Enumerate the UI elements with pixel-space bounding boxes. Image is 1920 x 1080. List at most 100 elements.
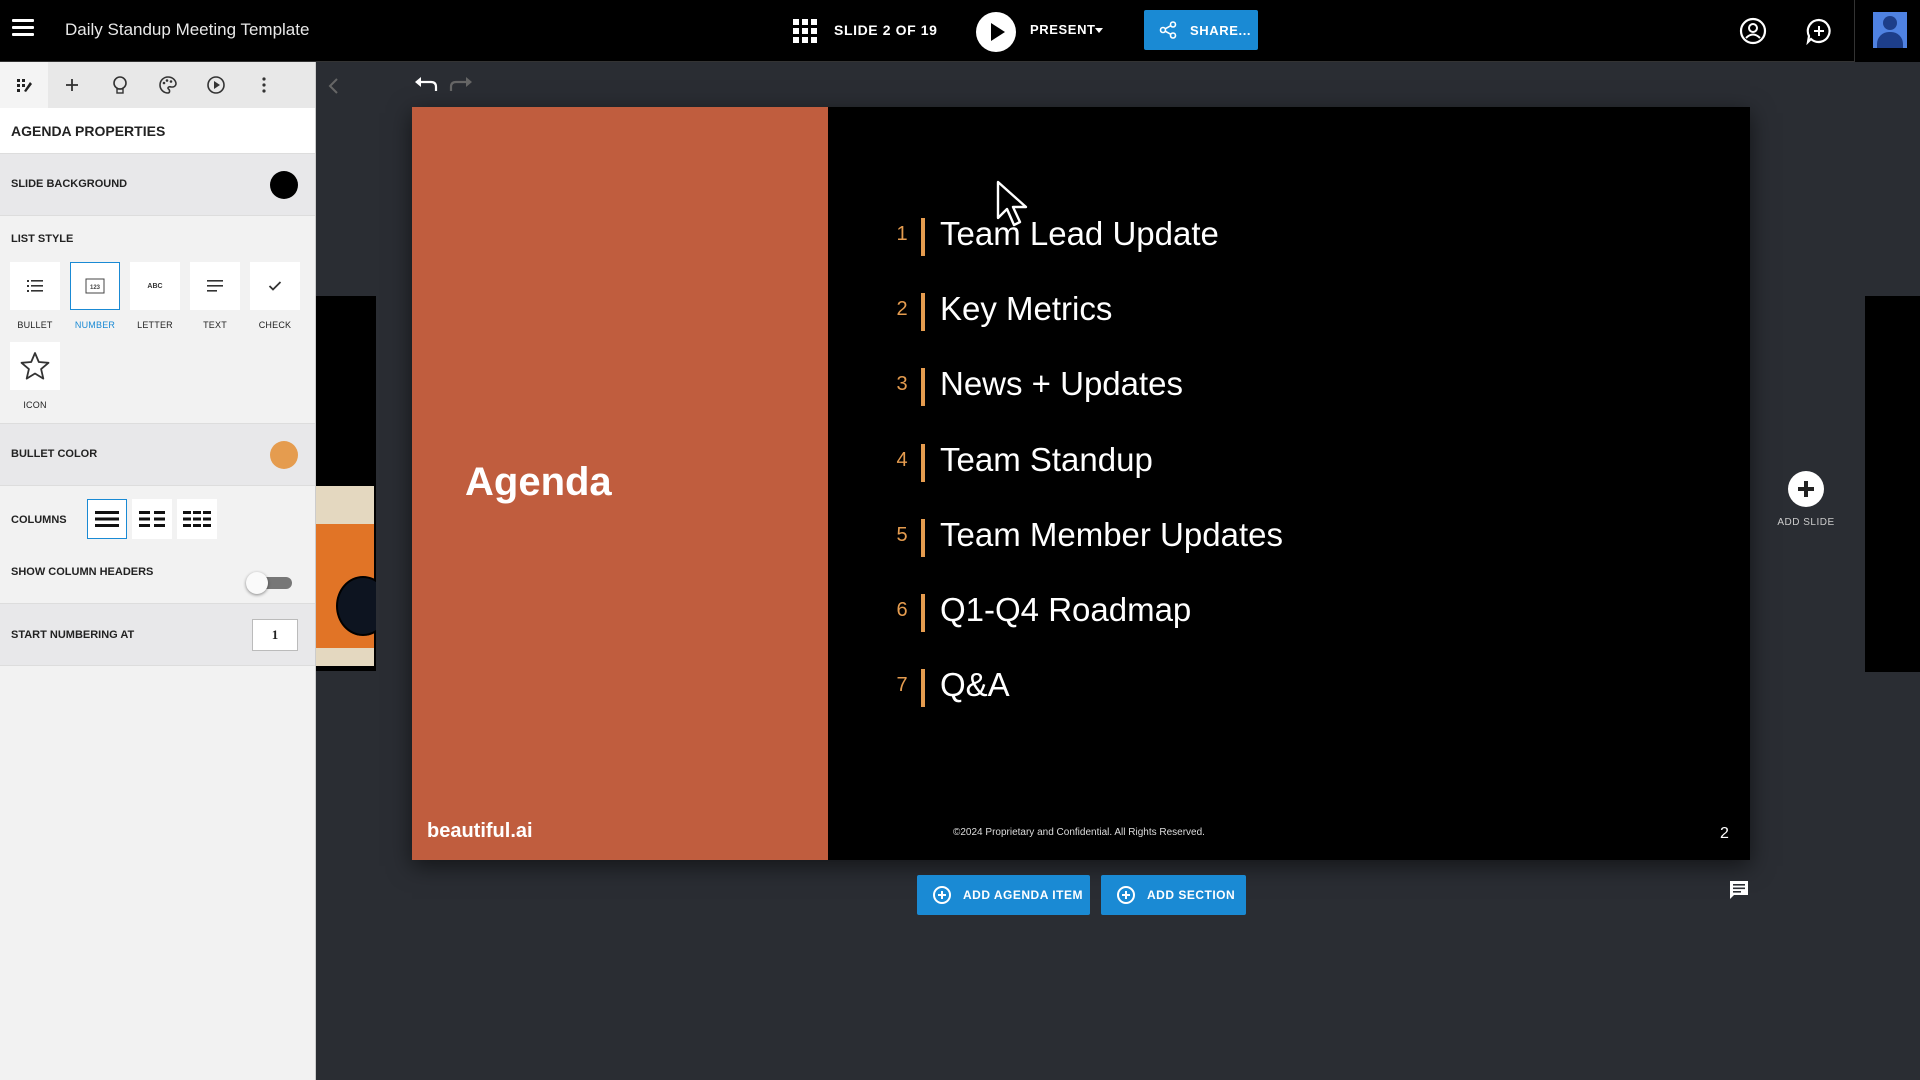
agenda-item-bar xyxy=(921,443,925,482)
add-section-button[interactable]: ADD SECTION xyxy=(1101,875,1246,915)
agenda-item[interactable]: 2 Key Metrics xyxy=(892,290,1592,365)
add-slide-label: ADD SLIDE xyxy=(1777,517,1835,528)
list-style-icon-label: ICON xyxy=(23,400,47,410)
slide-footer-copyright: ©2024 Proprietary and Confidential. All … xyxy=(953,827,1205,838)
list-style-bullet[interactable]: BULLET xyxy=(10,262,60,330)
mouse-cursor-icon xyxy=(996,180,1028,227)
slide-background-row: SLIDE BACKGROUND xyxy=(0,154,315,216)
agenda-list: 1 Team Lead Update 2 Key Metrics 3 News … xyxy=(892,215,1592,741)
document-title[interactable]: Daily Standup Meeting Template xyxy=(65,20,309,40)
top-bar: Daily Standup Meeting Template SLIDE 2 O… xyxy=(0,0,1920,62)
svg-text:123: 123 xyxy=(90,285,101,291)
next-slide-thumbnail[interactable] xyxy=(1865,296,1920,672)
agenda-item-number: 3 xyxy=(896,373,908,396)
slide-background-label: SLIDE BACKGROUND xyxy=(11,178,128,190)
speaker-notes-icon[interactable] xyxy=(1728,879,1750,901)
agenda-item-text[interactable]: Key Metrics xyxy=(940,290,1112,328)
slide-counter[interactable]: SLIDE 2 OF 19 xyxy=(834,22,938,38)
share-icon xyxy=(1159,21,1177,39)
undo-icon[interactable] xyxy=(414,77,438,93)
more-options-icon[interactable] xyxy=(240,62,288,108)
start-numbering-row: START NUMBERING AT 1 xyxy=(0,604,315,666)
slide-background-swatch[interactable] xyxy=(270,171,298,199)
list-style-row: LIST STYLE BULLET 123 NUMBER ABC LETTER … xyxy=(0,216,315,424)
columns-label: COLUMNS xyxy=(11,514,67,526)
add-slide-button[interactable]: ADD SLIDE xyxy=(1777,471,1834,528)
agenda-item-text[interactable]: Q1-Q4 Roadmap xyxy=(940,591,1191,629)
slide-canvas[interactable]: Agenda beautiful.ai 1 Team Lead Update 2… xyxy=(412,107,1750,860)
show-column-headers-label: SHOW COLUMN HEADERS xyxy=(11,566,154,578)
list-style-icon[interactable]: ICON xyxy=(10,342,60,410)
list-style-letter[interactable]: ABC LETTER xyxy=(130,262,180,330)
redo-icon[interactable] xyxy=(449,77,473,93)
agenda-item-bar xyxy=(921,368,925,407)
show-column-headers-toggle[interactable] xyxy=(246,572,294,594)
bullet-list-icon xyxy=(27,280,43,292)
start-numbering-input[interactable]: 1 xyxy=(252,619,298,651)
previous-slide-thumbnail[interactable] xyxy=(316,296,376,671)
share-button-label: SHARE... xyxy=(1190,23,1252,38)
columns-three-option[interactable] xyxy=(177,499,217,539)
columns-row: COLUMNS SHOW COLUMN HEADERS xyxy=(0,486,315,604)
add-section-label: ADD SECTION xyxy=(1147,888,1236,902)
agenda-item-bar xyxy=(921,518,925,557)
star-icon xyxy=(20,352,50,380)
agenda-item-bar xyxy=(921,669,925,708)
hamburger-menu-icon[interactable] xyxy=(12,19,34,41)
text-list-icon xyxy=(207,280,223,292)
add-agenda-item-label: ADD AGENDA ITEM xyxy=(963,888,1083,902)
bullet-color-row: BULLET COLOR xyxy=(0,424,315,486)
list-style-check-label: CHECK xyxy=(258,320,292,330)
columns-one-option[interactable] xyxy=(87,499,127,539)
bullet-color-label: BULLET COLOR xyxy=(11,448,98,460)
slide-page-number: 2 xyxy=(1720,825,1729,842)
number-list-icon: 123 xyxy=(85,278,105,294)
add-comment-icon[interactable] xyxy=(1805,17,1833,45)
bullet-color-swatch[interactable] xyxy=(270,441,298,469)
agenda-item-number: 1 xyxy=(896,223,908,245)
plus-tab-icon[interactable] xyxy=(48,62,96,108)
plus-circle-icon xyxy=(1788,471,1824,507)
list-style-number[interactable]: 123 NUMBER xyxy=(70,262,120,330)
list-style-text[interactable]: TEXT xyxy=(190,262,240,330)
agenda-item-text[interactable]: Team Lead Update xyxy=(940,215,1219,253)
share-button[interactable]: SHARE... xyxy=(1144,10,1258,50)
list-style-bullet-label: BULLET xyxy=(17,320,53,330)
add-agenda-item-button[interactable]: ADD AGENDA ITEM xyxy=(917,875,1090,915)
slide-grid-icon[interactable] xyxy=(793,19,817,43)
agenda-item-bar xyxy=(921,293,925,332)
agenda-item-text[interactable]: Team Standup xyxy=(940,441,1153,479)
agenda-item-text[interactable]: Team Member Updates xyxy=(940,516,1283,554)
avatar[interactable] xyxy=(1854,0,1920,62)
user-account-icon[interactable] xyxy=(1739,17,1767,45)
list-style-check[interactable]: CHECK xyxy=(250,262,300,330)
present-button[interactable]: PRESENT xyxy=(1030,22,1096,37)
panel-title: AGENDA PROPERTIES xyxy=(0,108,315,154)
columns-two-option[interactable] xyxy=(132,499,172,539)
palette-tab-icon[interactable] xyxy=(144,62,192,108)
layout-tab-icon[interactable] xyxy=(0,62,48,108)
agenda-item-text[interactable]: Q&A xyxy=(940,666,1010,704)
properties-panel: AGENDA PROPERTIES SLIDE BACKGROUND LIST … xyxy=(0,62,316,1080)
list-style-number-label: NUMBER xyxy=(74,320,116,330)
agenda-item[interactable]: 6 Q1-Q4 Roadmap xyxy=(892,591,1592,666)
plus-circle-icon xyxy=(933,886,951,904)
brand-logo: beautiful.ai xyxy=(427,820,533,842)
agenda-item[interactable]: 3 News + Updates xyxy=(892,365,1592,440)
lightbulb-tab-icon[interactable] xyxy=(96,62,144,108)
agenda-item[interactable]: 7 Q&A xyxy=(892,666,1592,741)
slide-title[interactable]: Agenda xyxy=(465,460,612,505)
play-circle-tab-icon[interactable] xyxy=(192,62,240,108)
two-column-icon xyxy=(139,511,165,527)
list-style-label: LIST STYLE xyxy=(11,233,74,245)
one-column-icon xyxy=(95,511,119,527)
plus-circle-icon xyxy=(1117,886,1135,904)
three-column-icon xyxy=(183,511,211,527)
chevron-down-icon[interactable] xyxy=(1095,28,1103,33)
collapse-panel-icon[interactable] xyxy=(326,76,342,96)
agenda-item[interactable]: 4 Team Standup xyxy=(892,441,1592,516)
panel-tabs xyxy=(0,62,315,108)
agenda-item[interactable]: 5 Team Member Updates xyxy=(892,516,1592,591)
play-button[interactable] xyxy=(976,12,1016,52)
agenda-item-text[interactable]: News + Updates xyxy=(940,365,1183,403)
